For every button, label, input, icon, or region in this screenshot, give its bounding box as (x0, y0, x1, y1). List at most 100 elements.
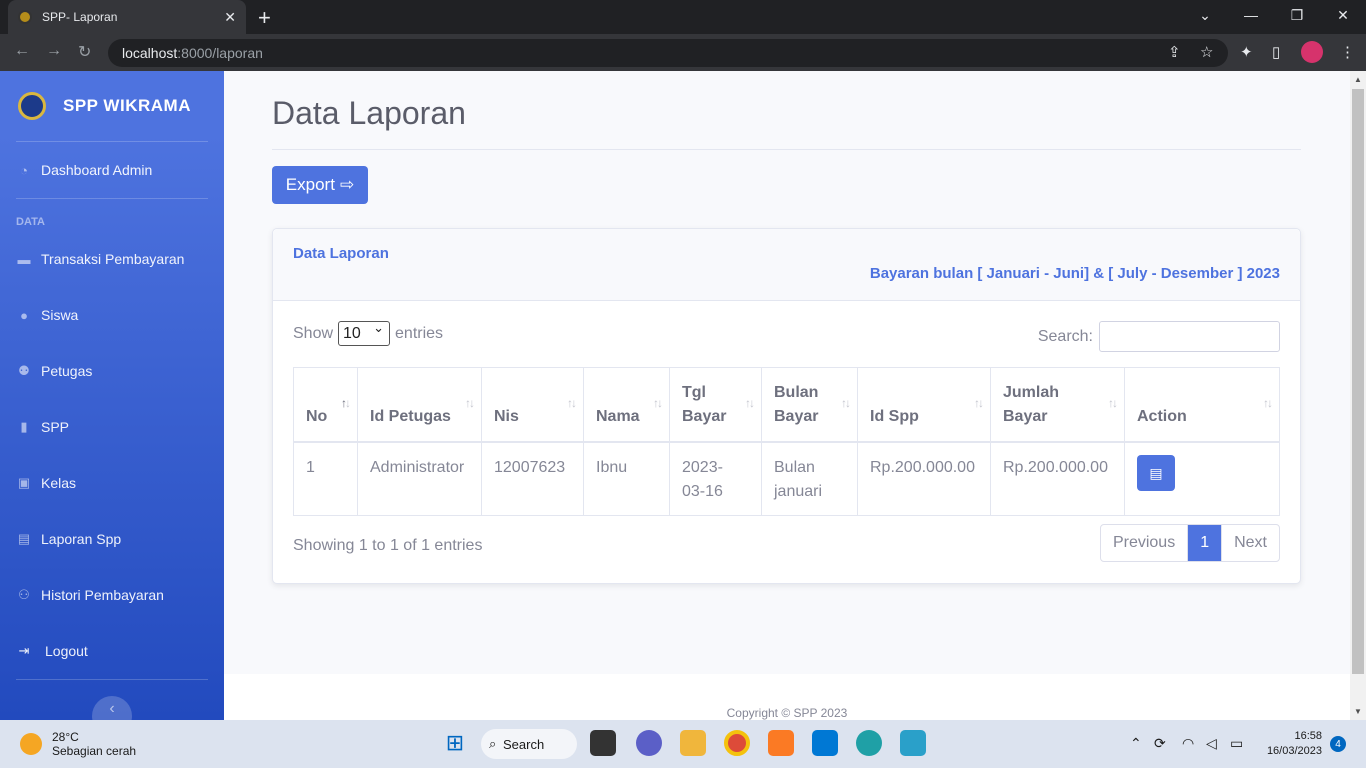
sidebar-item-kelas[interactable]: ▣ Kelas (16, 475, 76, 491)
column-header-no[interactable]: No ↑↓ (293, 367, 358, 442)
extensions-icon[interactable]: ✦ (1240, 43, 1253, 61)
page-scrollbar[interactable]: ▲ ▼ (1350, 71, 1366, 720)
sidebar-toggle-button[interactable]: ‹ (92, 696, 132, 720)
scroll-down-icon[interactable]: ▼ (1354, 707, 1362, 716)
reload-icon[interactable]: ↻ (78, 42, 91, 62)
money-icon: ▬ (17, 251, 31, 267)
sidebar-item-spp[interactable]: ▮ SPP (16, 419, 69, 435)
sidebar-item-label: SPP (41, 419, 70, 435)
column-header-jumlah-bayar[interactable]: Jumlah Bayar ↑↓ (990, 367, 1125, 442)
footer: Copyright © SPP 2023 (224, 674, 1350, 720)
clock-time: 16:58 (1294, 730, 1322, 742)
forward-icon[interactable]: → (46, 42, 62, 60)
side-panel-icon[interactable]: ▯ (1272, 43, 1280, 61)
sort-icon: ↑↓ (465, 395, 475, 410)
task-view-icon[interactable] (590, 730, 616, 756)
column-header-id-petugas[interactable]: Id Petugas ↑↓ (357, 367, 482, 442)
show-label: Show (293, 324, 334, 342)
table-search: Search: (1038, 321, 1280, 352)
logout-icon: ⇥ (18, 643, 30, 658)
wifi-icon[interactable]: ◠ (1182, 735, 1194, 752)
user-icon: ● (20, 307, 28, 323)
close-window-icon[interactable]: ✕ (1320, 0, 1366, 30)
column-header-action[interactable]: Action ↑↓ (1124, 367, 1280, 442)
taskbar-search[interactable]: ⌕ Search (481, 729, 577, 759)
dashboard-icon: ◔ (20, 162, 28, 178)
sidebar-item-label: Logout (45, 643, 88, 659)
entries-select[interactable]: 10 (338, 320, 391, 346)
close-tab-icon[interactable]: ✕ (224, 9, 236, 26)
sidebar-item-logout[interactable]: ⇥ Logout (16, 643, 88, 659)
cell-id-petugas: Administrator (357, 441, 482, 516)
sidebar-item-transaksi[interactable]: ▬ Transaksi Pembayaran (16, 251, 185, 267)
history-icon: ⚇ (18, 587, 30, 602)
scrollbar-thumb[interactable] (1352, 89, 1364, 674)
sidebar-item-siswa[interactable]: ● Siswa (16, 307, 78, 323)
header-label: Id Spp (870, 407, 919, 425)
browser-menu-icon[interactable]: ⋮ (1340, 43, 1355, 61)
scroll-up-icon[interactable]: ▲ (1354, 75, 1362, 84)
volume-icon[interactable]: ◁ (1206, 735, 1217, 752)
browser-tab[interactable]: SPP- Laporan ✕ (8, 0, 246, 34)
pagination-next[interactable]: Next (1222, 525, 1279, 561)
pagination-page-1[interactable]: 1 (1188, 525, 1223, 561)
url-input[interactable]: i localhost:8000/laporan (108, 39, 1228, 361)
sidebar-item-label: Petugas (41, 363, 93, 379)
sidebar-item-histori[interactable]: ⚇ Histori Pembayaran (16, 587, 164, 603)
cell-no: 1 (293, 441, 358, 516)
sidebar-brand[interactable]: SPP WIKRAMA (0, 71, 224, 141)
sort-icon: ↑↓ (1108, 395, 1118, 410)
chrome-icon[interactable] (724, 730, 750, 756)
column-header-bulan-bayar[interactable]: Bulan Bayar ↑↓ (761, 367, 858, 442)
windows-start-icon[interactable]: ⊞ (442, 730, 468, 756)
minimize-icon[interactable]: — (1228, 0, 1274, 30)
battery-icon[interactable]: ▭ (1230, 735, 1243, 752)
tab-search-icon[interactable]: ⌄ (1182, 0, 1228, 30)
entries-label: entries (395, 324, 444, 342)
sidebar: SPP WIKRAMA ◔ Dashboard Admin DATA ▬ Tra… (0, 71, 224, 720)
xampp-icon[interactable] (768, 730, 794, 756)
sync-icon[interactable]: ⟳ (1154, 735, 1166, 752)
export-button[interactable]: Export ⇨ (272, 166, 368, 204)
back-icon[interactable]: ← (14, 42, 30, 60)
header-label: Nis (494, 407, 519, 425)
table-row: 1 Administrator 12007623 Ibnu 2023-03-16… (293, 441, 1280, 516)
notification-badge[interactable]: 4 (1330, 736, 1346, 752)
profile-avatar[interactable] (1301, 41, 1323, 63)
weather-widget[interactable]: 28°C Sebagian cerah (20, 730, 136, 758)
edge-icon[interactable] (856, 730, 882, 756)
vscode-icon[interactable] (812, 730, 838, 756)
notepad-icon[interactable] (900, 730, 926, 756)
header-label: Bulan Bayar (774, 383, 819, 425)
school-logo-icon (18, 92, 46, 120)
cell-id-spp: Rp.200.000.00 (857, 441, 991, 516)
tray-overflow-icon[interactable]: ⌃ (1130, 735, 1142, 752)
column-header-nis[interactable]: Nis ↑↓ (481, 367, 584, 442)
copyright: Copyright © SPP 2023 (726, 706, 848, 720)
search-label: Search: (1037, 327, 1093, 345)
users-icon: ⚉ (18, 363, 30, 378)
share-icon[interactable]: ⇪ (1168, 43, 1181, 61)
column-header-id-spp[interactable]: Id Spp ↑↓ (857, 367, 991, 442)
pagination-previous[interactable]: Previous (1101, 525, 1189, 561)
column-header-nama[interactable]: Nama ↑↓ (583, 367, 670, 442)
sidebar-item-dashboard[interactable]: ◔ Dashboard Admin (16, 162, 152, 178)
file-explorer-icon[interactable] (680, 730, 706, 756)
sidebar-item-label: Kelas (41, 475, 77, 491)
restore-icon[interactable]: ❐ (1274, 0, 1320, 30)
sidebar-divider (16, 141, 208, 142)
new-tab-icon[interactable]: + (258, 5, 271, 31)
taskbar-clock[interactable]: 16:58 16/03/2023 (1258, 729, 1322, 759)
search-icon: ⌕ (489, 736, 497, 751)
search-input[interactable] (1099, 321, 1280, 352)
sidebar-item-label: Dashboard Admin (41, 162, 153, 178)
chat-icon[interactable] (636, 730, 662, 756)
column-header-tgl-bayar[interactable]: Tgl Bayar ↑↓ (669, 367, 762, 442)
app: SPP WIKRAMA ◔ Dashboard Admin DATA ▬ Tra… (0, 71, 1350, 720)
bookmark-star-icon[interactable]: ☆ (1200, 43, 1213, 61)
sidebar-item-laporan[interactable]: ▤ Laporan Spp (16, 531, 121, 547)
sidebar-item-petugas[interactable]: ⚉ Petugas (16, 363, 92, 379)
print-receipt-button[interactable]: ▤ (1137, 454, 1175, 491)
file-icon: ▮ (20, 419, 28, 434)
cell-action: ▤ (1124, 441, 1280, 516)
